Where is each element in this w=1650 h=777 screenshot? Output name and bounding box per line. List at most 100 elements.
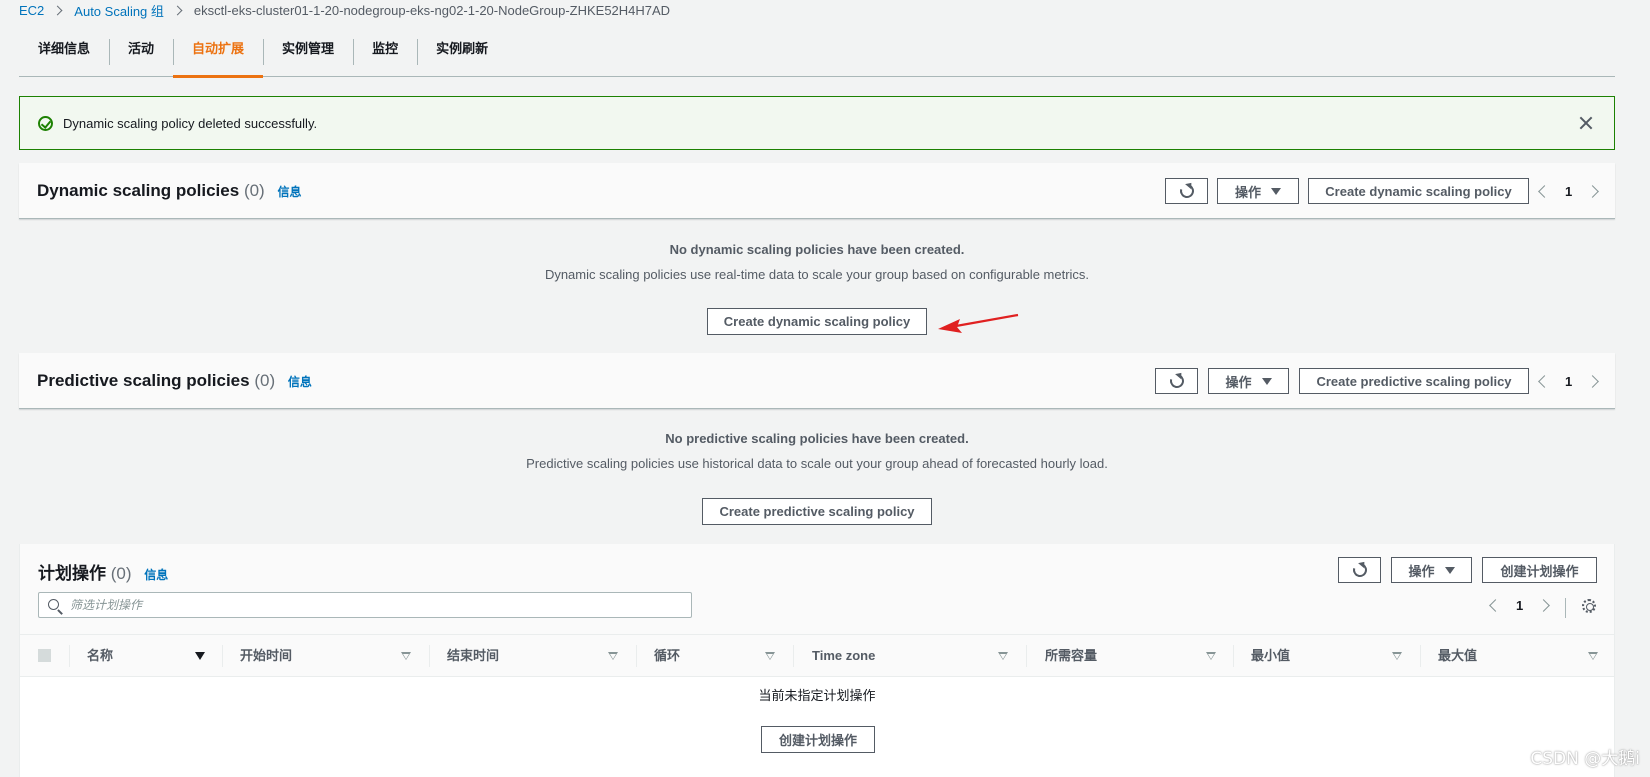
actions-dropdown[interactable]: 操作 — [1391, 557, 1472, 583]
chevron-left-icon[interactable] — [1489, 598, 1502, 612]
page-number[interactable]: 1 — [1516, 598, 1523, 613]
sort-icon[interactable] — [401, 652, 411, 660]
actions-dropdown[interactable]: 操作 — [1217, 178, 1299, 204]
column-divider — [69, 645, 70, 667]
section-count: (0) — [254, 371, 276, 390]
column-time-zone[interactable]: Time zone — [812, 635, 875, 678]
column-min[interactable]: 最小值 — [1251, 635, 1290, 678]
section-title-text: 计划操作 — [38, 564, 106, 583]
refresh-icon — [1176, 181, 1197, 201]
annotation-arrow-icon — [938, 313, 1019, 333]
column-max[interactable]: 最大值 — [1438, 635, 1477, 678]
flash-message: Dynamic scaling policy deleted successfu… — [63, 115, 318, 131]
predictive-empty-state: No predictive scaling policies have been… — [19, 431, 1615, 471]
section-count: (0) — [110, 564, 132, 583]
info-link[interactable]: 信息 — [144, 568, 168, 582]
column-divider — [793, 645, 794, 667]
tab-instance-refresh[interactable]: 实例刷新 — [417, 35, 507, 77]
scheduled-actions-title: 计划操作 (0) 信息 — [38, 559, 168, 584]
tab-monitoring[interactable]: 监控 — [353, 35, 417, 77]
success-flash-banner: Dynamic scaling policy deleted successfu… — [19, 96, 1615, 150]
info-link[interactable]: 信息 — [288, 375, 312, 389]
refresh-icon — [1166, 371, 1187, 391]
refresh-button[interactable] — [1165, 178, 1208, 204]
sort-icon[interactable] — [1206, 652, 1216, 660]
column-divider — [1420, 645, 1421, 667]
breadcrumb-ec2[interactable]: EC2 — [19, 3, 44, 18]
create-predictive-policy-empty-button[interactable]: Create predictive scaling policy — [702, 498, 932, 525]
create-scheduled-action-empty-button[interactable]: 创建计划操作 — [761, 726, 875, 753]
column-divider — [222, 645, 223, 667]
tab-details[interactable]: 详细信息 — [19, 35, 109, 77]
select-all-checkbox[interactable] — [38, 649, 51, 662]
table-empty-state: 当前未指定计划操作 — [758, 688, 876, 703]
gear-icon[interactable] — [1582, 599, 1596, 613]
column-recurrence[interactable]: 循环 — [654, 635, 680, 678]
chevron-left-icon[interactable] — [1538, 184, 1551, 198]
page-number[interactable]: 1 — [1565, 184, 1572, 199]
search-input[interactable] — [70, 593, 680, 617]
column-divider — [636, 645, 637, 667]
refresh-button[interactable] — [1338, 557, 1381, 583]
table-header: 名称 开始时间 结束时间 循环 Time zone 所需容量 最小值 最大值 — [20, 634, 1614, 677]
dynamic-scaling-header: Dynamic scaling policies (0) 信息 操作 Creat… — [19, 163, 1615, 219]
chevron-right-icon[interactable] — [1537, 598, 1551, 612]
tab-automatic-scaling[interactable]: 自动扩展 — [173, 35, 264, 78]
empty-title: No predictive scaling policies have been… — [665, 431, 969, 446]
breadcrumb-auto-scaling-groups[interactable]: Auto Scaling 组 — [74, 1, 164, 20]
pagination: 1 — [1538, 178, 1600, 204]
actions-dropdown[interactable]: 操作 — [1208, 368, 1289, 394]
create-scheduled-action-button[interactable]: 创建计划操作 — [1482, 557, 1597, 583]
empty-title: No dynamic scaling policies have been cr… — [669, 242, 965, 257]
page-number[interactable]: 1 — [1565, 374, 1572, 389]
chevron-left-icon[interactable] — [1538, 374, 1551, 388]
scheduled-actions-header: 计划操作 (0) 信息 操作 创建计划操作 1 — [20, 544, 1614, 635]
sort-desc-icon[interactable] — [195, 652, 205, 660]
column-divider — [429, 645, 430, 667]
tab-activity[interactable]: 活动 — [109, 35, 173, 77]
section-count: (0) — [243, 181, 265, 200]
create-predictive-policy-button[interactable]: Create predictive scaling policy — [1299, 368, 1529, 394]
column-desired-capacity[interactable]: 所需容量 — [1045, 635, 1097, 678]
chevron-right-icon[interactable] — [1586, 184, 1600, 198]
empty-description: Predictive scaling policies use historic… — [526, 456, 1108, 471]
empty-description: Dynamic scaling policies use real-time d… — [544, 267, 1090, 282]
column-divider — [1026, 645, 1027, 667]
divider — [1565, 598, 1566, 618]
refresh-icon — [1349, 560, 1370, 580]
success-check-icon — [38, 115, 53, 131]
sort-icon[interactable] — [765, 652, 775, 660]
dynamic-empty-state: No dynamic scaling policies have been cr… — [19, 242, 1615, 282]
sort-icon[interactable] — [608, 652, 618, 660]
create-dynamic-policy-empty-button[interactable]: Create dynamic scaling policy — [707, 308, 927, 335]
column-name[interactable]: 名称 — [87, 635, 113, 678]
caret-down-icon — [1261, 377, 1272, 385]
dynamic-scaling-title: Dynamic scaling policies (0) 信息 — [37, 181, 301, 201]
caret-down-icon — [1444, 566, 1455, 574]
create-dynamic-policy-button[interactable]: Create dynamic scaling policy — [1308, 178, 1529, 204]
sort-icon[interactable] — [1588, 652, 1598, 660]
info-link[interactable]: 信息 — [277, 185, 301, 199]
section-title-text: Predictive scaling policies — [37, 371, 250, 390]
section-title-text: Dynamic scaling policies — [37, 181, 240, 200]
tab-bar: 详细信息 活动 自动扩展 实例管理 监控 实例刷新 — [19, 35, 1615, 78]
watermark: CSDN @大鹅i — [1530, 749, 1640, 769]
breadcrumb-separator-icon — [172, 5, 183, 15]
tab-instance-management[interactable]: 实例管理 — [263, 35, 353, 77]
caret-down-icon — [1271, 187, 1281, 195]
scheduled-actions-panel: 计划操作 (0) 信息 操作 创建计划操作 1 名称 开始时间 — [19, 544, 1615, 777]
column-end-time[interactable]: 结束时间 — [447, 635, 499, 678]
pagination: 1 — [1489, 592, 1551, 618]
sort-icon[interactable] — [998, 652, 1008, 660]
column-divider — [1233, 645, 1234, 667]
actions-label: 操作 — [1225, 374, 1252, 390]
chevron-right-icon[interactable] — [1586, 374, 1600, 388]
actions-label: 操作 — [1234, 184, 1261, 200]
search-field[interactable] — [38, 592, 692, 618]
close-icon[interactable] — [1576, 113, 1596, 133]
predictive-scaling-header: Predictive scaling policies (0) 信息 操作 Cr… — [19, 353, 1615, 409]
column-start-time[interactable]: 开始时间 — [240, 635, 292, 678]
refresh-button[interactable] — [1155, 368, 1198, 394]
sort-icon[interactable] — [1392, 652, 1402, 660]
breadcrumb-separator-icon — [52, 5, 63, 15]
